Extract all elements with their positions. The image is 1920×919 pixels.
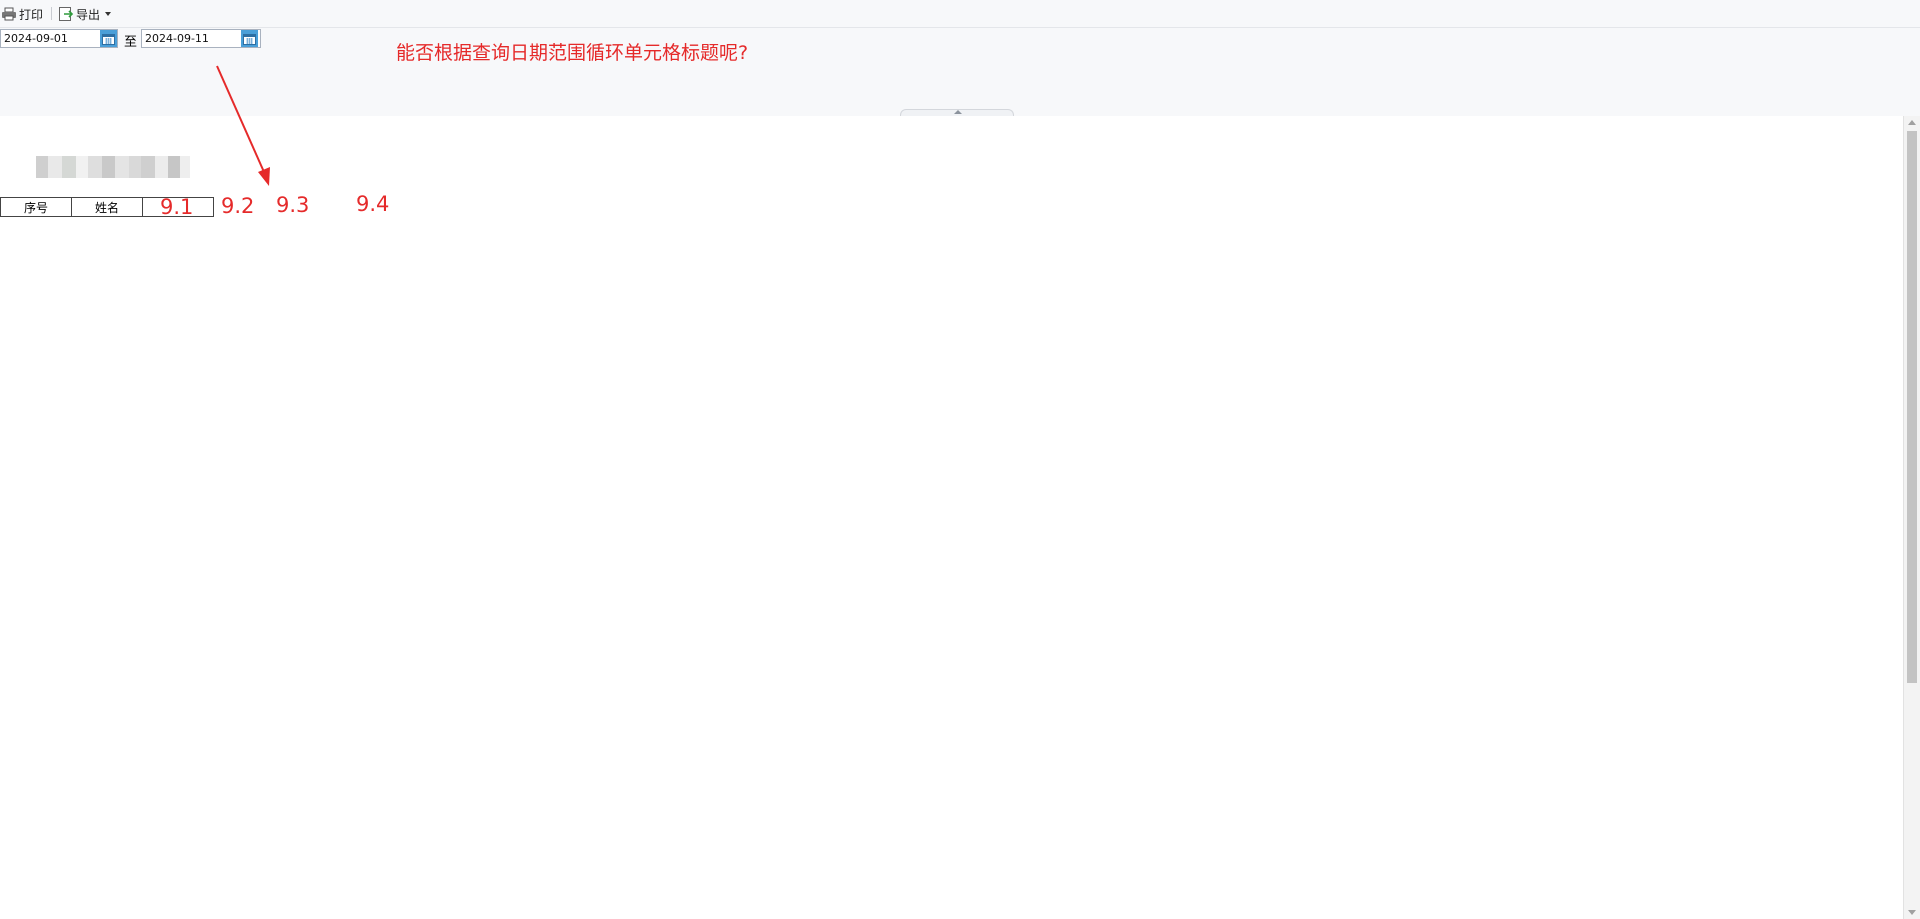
scroll-up-icon[interactable] [1908,120,1916,125]
scroll-down-icon[interactable] [1908,910,1916,915]
vertical-scrollbar[interactable] [1903,116,1920,919]
scrollbar-thumb[interactable] [1907,131,1917,683]
annotation-arrow [216,65,270,186]
